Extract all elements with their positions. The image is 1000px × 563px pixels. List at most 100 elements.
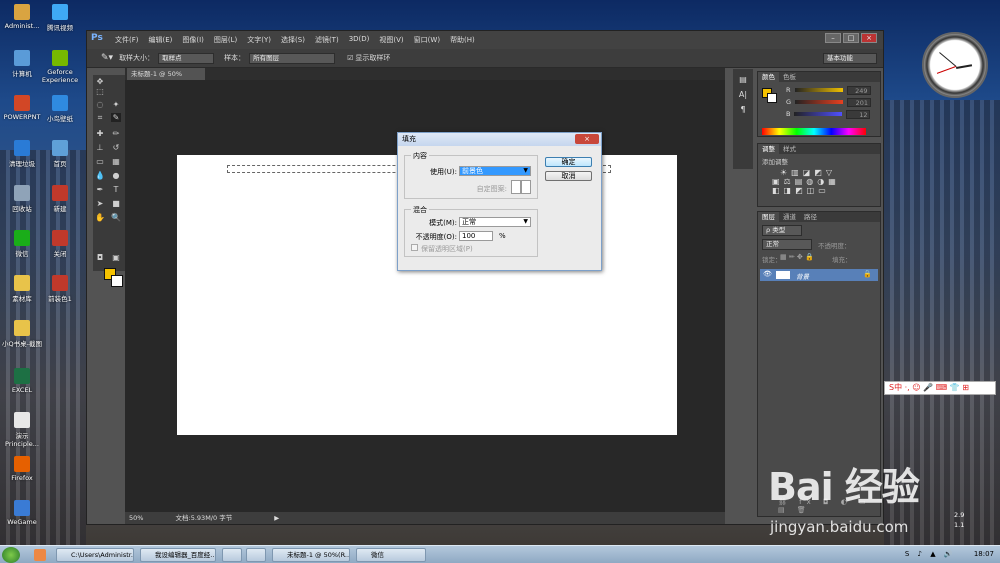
crop-tool-icon[interactable]: ⌗ [95, 113, 105, 122]
zoom-tool-icon[interactable]: 🔍 [111, 213, 121, 222]
blend-mode-select[interactable]: 正常 [762, 239, 812, 250]
history-brush-icon[interactable]: ↺ [111, 143, 121, 152]
preserve-checkbox[interactable] [411, 244, 418, 251]
taskbar-item[interactable] [222, 548, 242, 562]
lasso-tool-icon[interactable]: ◌ [95, 100, 105, 109]
desktop-icon[interactable]: 前装色1 [40, 275, 80, 303]
taskbar-item[interactable]: 我设编辑器_百度经... [140, 548, 216, 562]
channel-slider[interactable] [794, 112, 843, 116]
desktop-icon[interactable]: Administ... [2, 4, 42, 30]
desktop-icon[interactable]: 首页 [40, 140, 80, 168]
brush-tool-icon[interactable]: ✏ [111, 129, 121, 138]
layer-visibility-icon[interactable]: 👁 [763, 270, 772, 278]
adjustment-icons-row3[interactable]: ◧◨◩◫▭ [758, 186, 880, 195]
menu-item[interactable]: 视图(V) [379, 35, 403, 45]
tab-channels[interactable]: 通道 [779, 212, 800, 222]
color-spectrum[interactable] [762, 128, 866, 135]
menu-item[interactable]: 滤镜(T) [315, 35, 339, 45]
gradient-tool-icon[interactable]: ▦ [111, 157, 121, 166]
desktop-icon[interactable]: 回收站 [2, 185, 42, 213]
desktop-icon[interactable]: 清理垃圾 [2, 140, 42, 168]
ok-button[interactable]: 确定 [545, 157, 592, 167]
layer-row-background[interactable]: 👁 背景 🔒 [760, 269, 878, 281]
quick-select-icon[interactable]: ✦ [111, 100, 121, 109]
document-tab[interactable]: 未标题-1 @ 50%(RGB/8) * [127, 68, 205, 90]
quick-mask-icon[interactable]: ◘ [95, 253, 105, 262]
healing-brush-icon[interactable]: ✚ [95, 129, 105, 138]
history-icon[interactable]: ▤ [733, 75, 753, 84]
lock-icons[interactable]: ▦ ✏ ✥ 🔒 [780, 253, 814, 261]
menu-item[interactable]: 选择(S) [281, 35, 305, 45]
menu-item[interactable]: 窗口(W) [414, 35, 440, 45]
status-arrow-icon[interactable]: ▶ [274, 514, 279, 522]
desktop-icon[interactable]: 新建 [40, 185, 80, 213]
start-button[interactable] [2, 547, 20, 563]
menu-item[interactable]: 图层(L) [214, 35, 237, 45]
mode-select[interactable]: 正常 ▼ [459, 217, 531, 227]
desktop-icon[interactable]: 演示 Principle... [2, 412, 42, 448]
menu-item[interactable]: 文件(F) [115, 35, 139, 45]
channel-slider[interactable] [795, 100, 844, 104]
eyedropper-tool-icon[interactable]: ✎ [111, 113, 121, 122]
color-bg-swatch[interactable] [767, 93, 777, 103]
desktop-icon[interactable]: Firefox [2, 456, 42, 482]
shape-tool-icon[interactable]: ■ [111, 199, 121, 208]
menu-item[interactable]: 编辑(E) [149, 35, 173, 45]
maximize-button[interactable]: □ [843, 33, 859, 43]
clock-time[interactable]: 18:07 [974, 550, 994, 558]
sample-select[interactable]: 所有图层 [249, 52, 336, 64]
channel-value[interactable]: 249 [846, 85, 871, 95]
opacity-input[interactable]: 100 [459, 231, 493, 241]
adjustment-icons-row1[interactable]: ☀▥◪◩▽ [758, 168, 880, 177]
desktop-icon[interactable]: 素材库 [2, 275, 42, 303]
workspace-select[interactable]: 基本功能 [823, 52, 877, 64]
show-ring-checkbox[interactable]: ☑ [347, 54, 353, 62]
menu-item[interactable]: 文字(Y) [247, 35, 271, 45]
tab-layers[interactable]: 图层 [758, 212, 779, 222]
path-select-icon[interactable]: ➤ [95, 199, 105, 208]
close-button[interactable]: × [861, 33, 877, 43]
taskbar-item[interactable]: 未标题-1 @ 50%(R... [272, 548, 350, 562]
hand-tool-icon[interactable]: ✋ [95, 213, 105, 222]
move-tool-icon[interactable]: ✥ [95, 77, 105, 86]
desktop-icon[interactable]: 关闭 [40, 230, 80, 258]
layer-kind-filter[interactable]: ρ 类型 [762, 225, 802, 236]
desktop-icon[interactable]: 小Q书桌-截图 [2, 320, 42, 348]
eyedropper-icon[interactable]: ✎▾ [101, 53, 113, 63]
dialog-close-icon[interactable]: × [575, 134, 599, 144]
sample-size-select[interactable]: 取样点 [158, 52, 215, 64]
desktop-icon[interactable]: EXCEL [2, 368, 42, 394]
desktop-icon[interactable]: 计算机 [2, 50, 42, 78]
pinned-icon[interactable] [34, 549, 46, 561]
channel-value[interactable]: 201 [847, 97, 872, 107]
desktop-icon[interactable]: Geforce Experience [40, 50, 80, 84]
tab-paths[interactable]: 路径 [800, 212, 821, 222]
desktop-icon[interactable]: 微信 [2, 230, 42, 258]
taskbar-item[interactable] [246, 548, 266, 562]
paragraph-icon[interactable]: ¶ [733, 105, 753, 114]
dodge-tool-icon[interactable]: ● [111, 171, 121, 180]
tab-styles[interactable]: 样式 [779, 144, 800, 154]
tab-swatches[interactable]: 色板 [779, 72, 800, 82]
minimize-button[interactable]: – [825, 33, 841, 43]
cancel-button[interactable]: 取消 [545, 171, 592, 181]
menu-item[interactable]: 帮助(H) [450, 35, 475, 45]
tab-color[interactable]: 颜色 [758, 72, 779, 82]
desktop-icon[interactable]: POWERPNT [2, 95, 42, 121]
desktop-icon[interactable]: 小鸟壁纸 [40, 95, 80, 123]
channel-value[interactable]: 12 [846, 109, 871, 119]
taskbar-item[interactable]: 微信 [356, 548, 426, 562]
tab-adjustments[interactable]: 调整 [758, 144, 779, 154]
character-icon[interactable]: A| [733, 90, 753, 99]
screen-mode-icon[interactable]: ▣ [111, 253, 121, 262]
use-select[interactable]: 前景色 ▼ [459, 166, 531, 176]
marquee-tool-icon[interactable]: ⬚ [95, 87, 105, 96]
background-color-swatch[interactable] [111, 275, 123, 287]
desktop-icon[interactable]: WeGame [2, 500, 42, 526]
channel-slider[interactable] [794, 88, 843, 92]
taskbar-item[interactable]: C:\Users\Administr... [56, 548, 134, 562]
type-tool-icon[interactable]: T [111, 185, 121, 194]
eraser-tool-icon[interactable]: ▭ [95, 157, 105, 166]
ime-toolbar[interactable]: S中 ·, ☺ 🎤 ⌨ 👕 ⊞ [884, 381, 996, 395]
menu-item[interactable]: 图像(I) [182, 35, 204, 45]
